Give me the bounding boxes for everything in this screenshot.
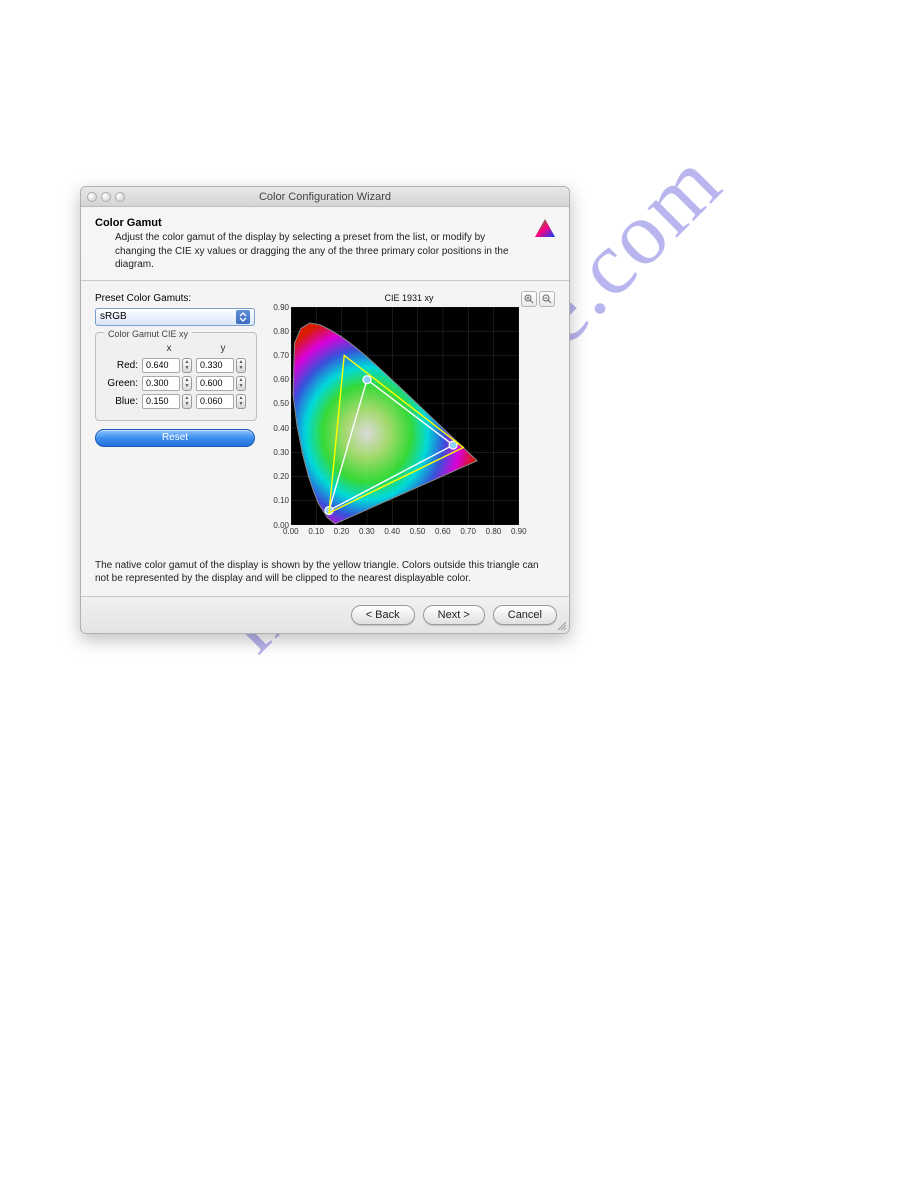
y-tick-label: 0.10 <box>269 496 289 505</box>
blue-y-stepper[interactable]: ▲▼ <box>236 394 246 409</box>
cie-diagram[interactable] <box>291 307 519 525</box>
window-title: Color Configuration Wizard <box>81 191 569 203</box>
green-label: Green: <box>102 378 142 389</box>
cie-chart-area: 0.00 0.10 0.20 0.30 0.40 0.50 0.60 0.70 0.80 0.90… <box>263 305 555 545</box>
wizard-header: Color Gamut Adjust the color gamut of th… <box>81 207 569 281</box>
green-y-input[interactable] <box>196 376 234 391</box>
x-tick-label: 0.40 <box>384 527 400 536</box>
red-row: Red: ▲▼ ▲▼ <box>102 358 250 373</box>
colorsync-icon <box>533 217 557 241</box>
y-tick-label: 0.80 <box>269 327 289 336</box>
preset-selected-value: sRGB <box>100 311 127 322</box>
y-tick-label: 0.30 <box>269 448 289 457</box>
green-x-stepper[interactable]: ▲▼ <box>182 376 192 391</box>
preset-label: Preset Color Gamuts: <box>95 293 255 304</box>
wizard-footer: < Back Next > Cancel <box>81 596 569 633</box>
red-x-input[interactable] <box>142 358 180 373</box>
x-tick-label: 0.60 <box>435 527 451 536</box>
red-y-input[interactable] <box>196 358 234 373</box>
resize-grip-icon[interactable] <box>555 619 567 631</box>
green-row: Green: ▲▼ ▲▼ <box>102 376 250 391</box>
y-tick-label: 0.70 <box>269 351 289 360</box>
y-tick-label: 0.90 <box>269 303 289 312</box>
wizard-window: Color Configuration Wizard Color Gamut A… <box>80 186 570 634</box>
x-tick-label: 0.70 <box>460 527 476 536</box>
dropdown-arrows-icon <box>236 310 250 324</box>
x-column-header: x <box>142 343 196 354</box>
y-column-header: y <box>196 343 250 354</box>
page-title: Color Gamut <box>95 217 555 229</box>
next-button[interactable]: Next > <box>423 605 485 625</box>
green-y-stepper[interactable]: ▲▼ <box>236 376 246 391</box>
blue-x-stepper[interactable]: ▲▼ <box>182 394 192 409</box>
wizard-body: Preset Color Gamuts: sRGB Color Gamut CI… <box>81 281 569 553</box>
red-y-stepper[interactable]: ▲▼ <box>236 358 246 373</box>
blue-label: Blue: <box>102 396 142 407</box>
blue-x-input[interactable] <box>142 394 180 409</box>
x-tick-label: 0.00 <box>283 527 299 536</box>
page-description: Adjust the color gamut of the display by… <box>95 231 555 272</box>
window-titlebar: Color Configuration Wizard <box>81 187 569 207</box>
cancel-button[interactable]: Cancel <box>493 605 557 625</box>
blue-y-input[interactable] <box>196 394 234 409</box>
x-tick-label: 0.10 <box>308 527 324 536</box>
y-tick-label: 0.20 <box>269 472 289 481</box>
x-tick-label: 0.30 <box>359 527 375 536</box>
reset-button[interactable]: Reset <box>95 429 255 447</box>
x-tick-label: 0.20 <box>334 527 350 536</box>
y-tick-label: 0.40 <box>269 424 289 433</box>
preset-gamut-select[interactable]: sRGB <box>95 308 255 326</box>
red-x-stepper[interactable]: ▲▼ <box>182 358 192 373</box>
footnote-text: The native color gamut of the display is… <box>81 553 569 596</box>
blue-row: Blue: ▲▼ ▲▼ <box>102 394 250 409</box>
x-tick-label: 0.80 <box>486 527 502 536</box>
x-tick-label: 0.50 <box>410 527 426 536</box>
y-tick-label: 0.60 <box>269 375 289 384</box>
red-label: Red: <box>102 360 142 371</box>
chart-panel: CIE 1931 xy 0.00 0.10 0.20 0.30 0.40 0.50 0.60… <box>263 293 555 545</box>
xy-column-headers: x y <box>102 343 250 354</box>
chart-title: CIE 1931 xy <box>263 293 555 303</box>
x-tick-label: 0.90 <box>511 527 527 536</box>
y-tick-label: 0.50 <box>269 399 289 408</box>
cie-xy-fieldset: Color Gamut CIE xy x y Red: ▲▼ ▲▼ <box>95 332 257 421</box>
back-button[interactable]: < Back <box>351 605 415 625</box>
controls-panel: Preset Color Gamuts: sRGB Color Gamut CI… <box>95 293 255 545</box>
fieldset-legend: Color Gamut CIE xy <box>104 329 192 339</box>
green-x-input[interactable] <box>142 376 180 391</box>
